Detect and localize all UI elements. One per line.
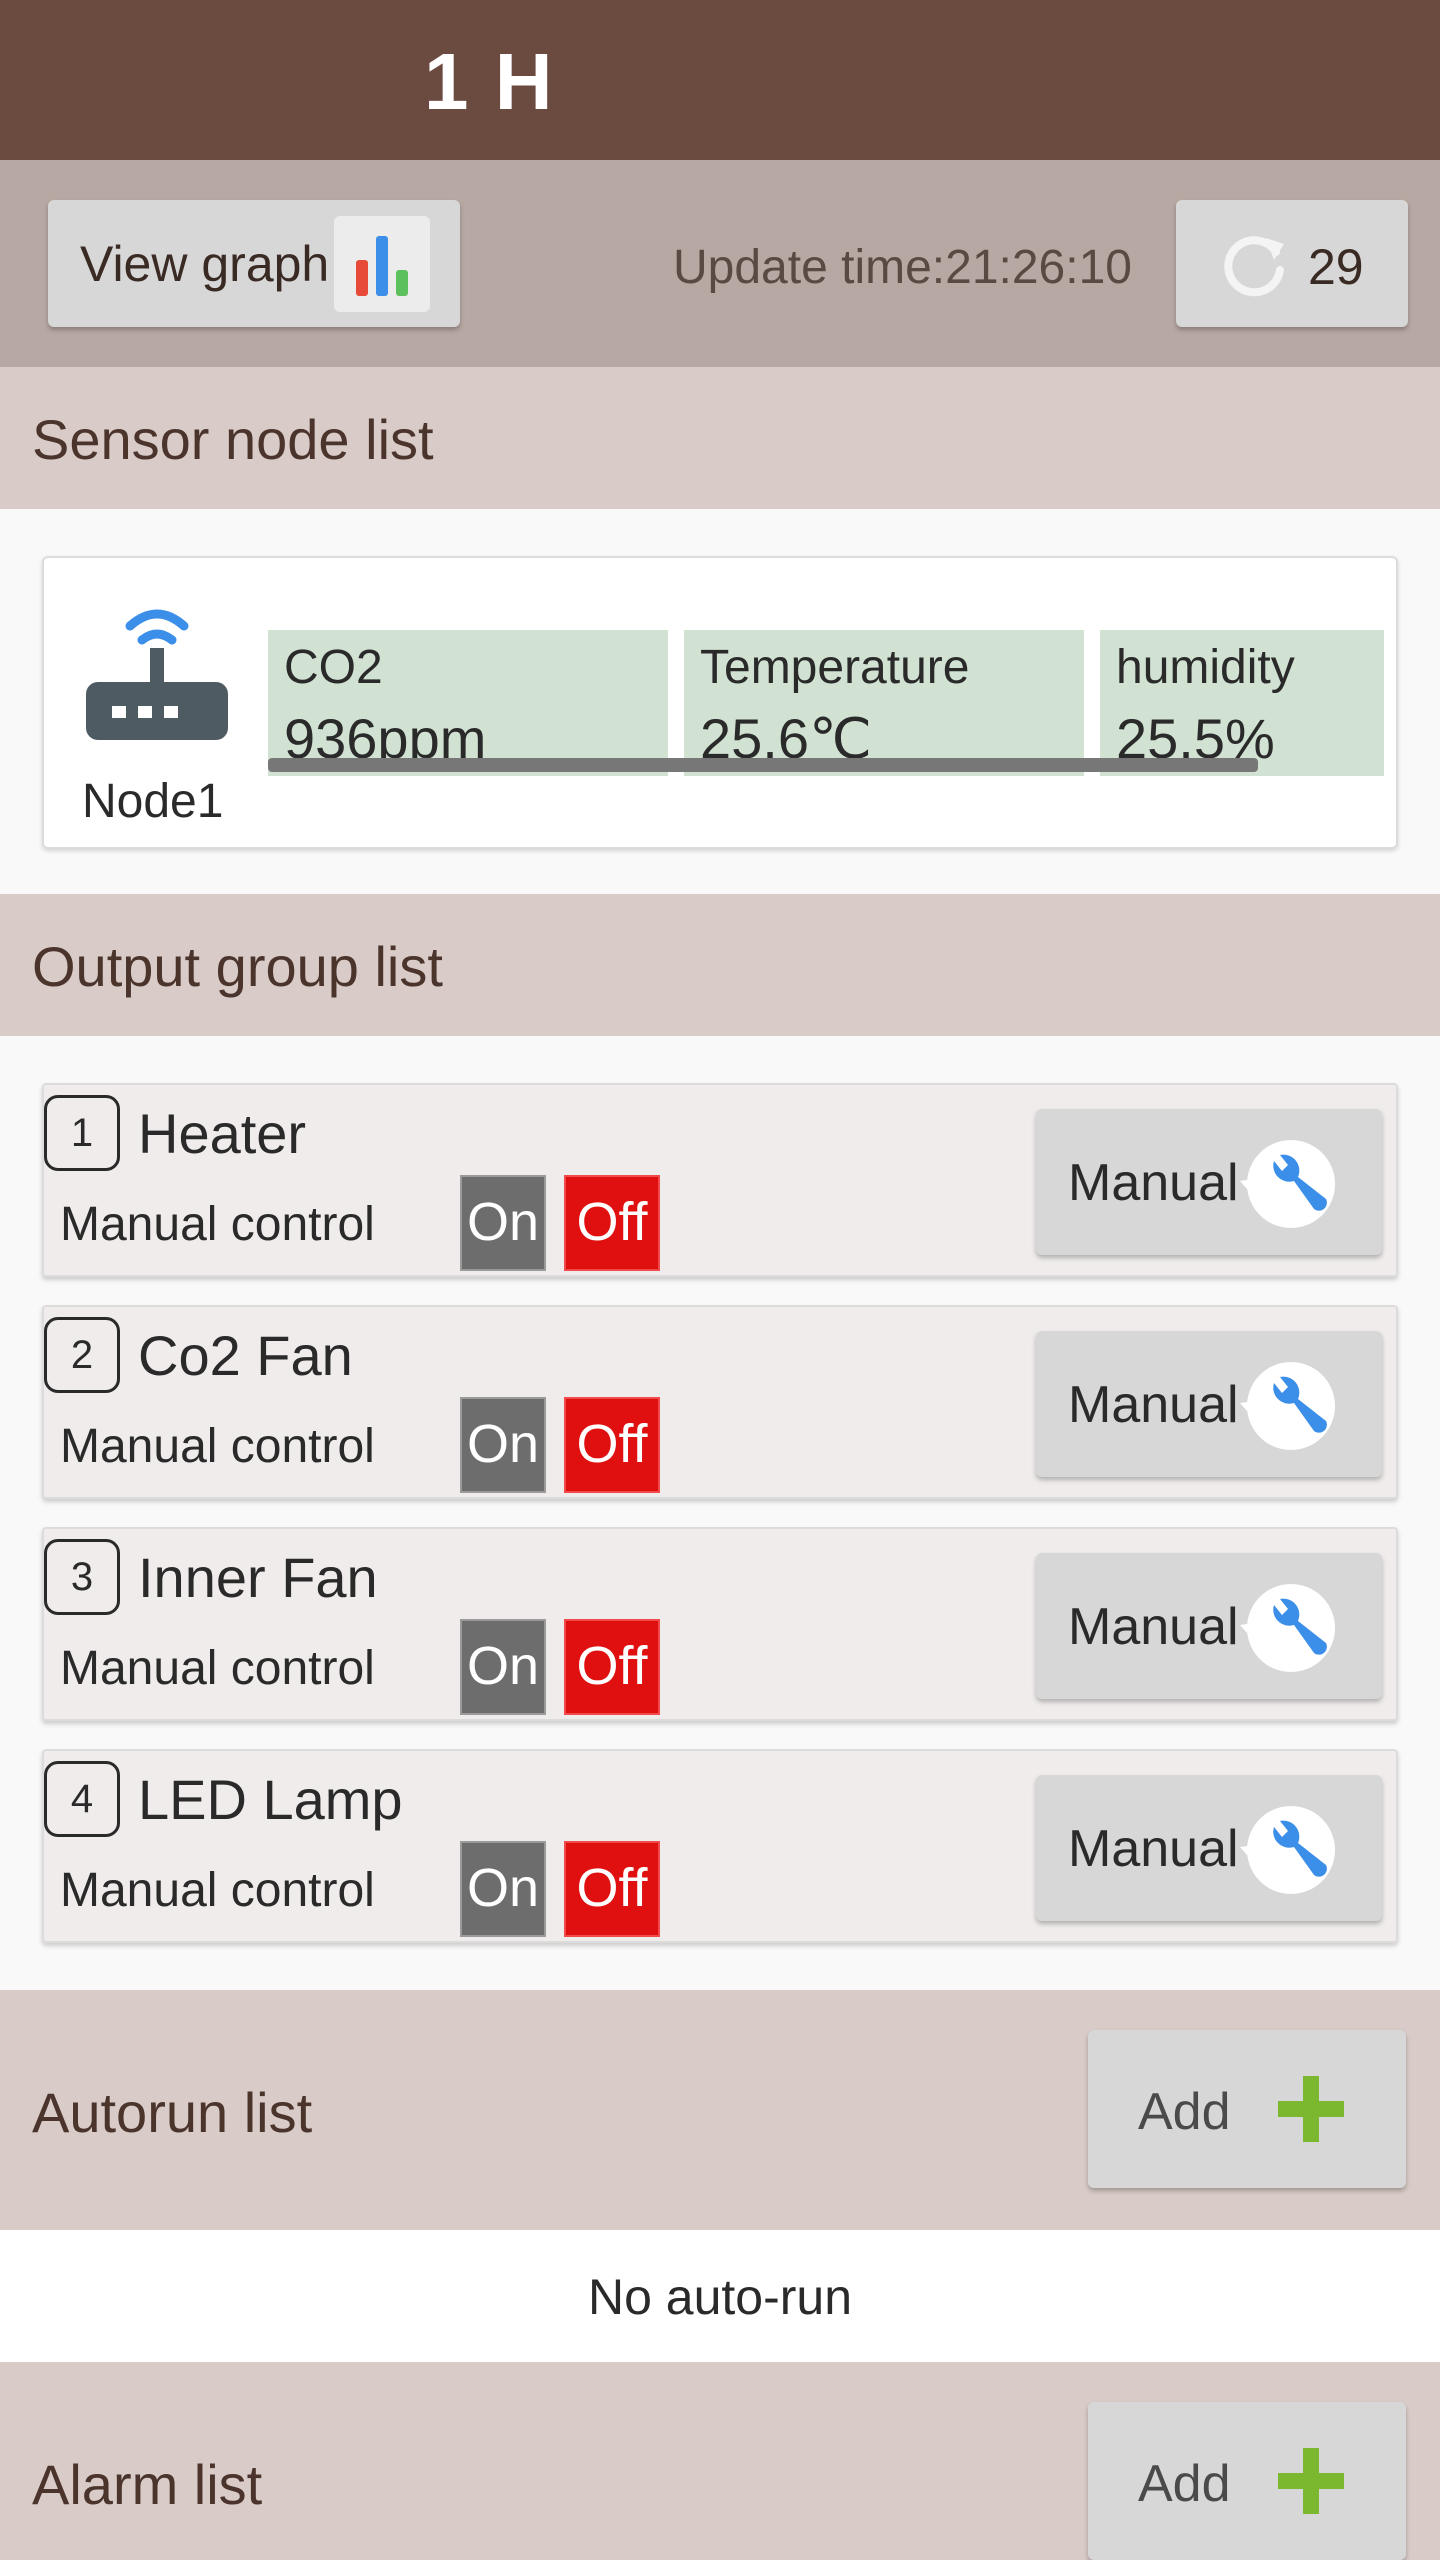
output-item-co2-fan: 2 Co2 Fan Manual control On Off Manual (42, 1305, 1398, 1499)
output-mode-label: Manual control (60, 1642, 375, 1695)
refresh-button[interactable]: 29 (1176, 200, 1408, 327)
wrench-icon (1240, 1584, 1335, 1672)
manual-mode-label: Manual (1068, 1598, 1239, 1656)
add-label: Add (1138, 2455, 1231, 2513)
sensor-co2: CO2 936ppm (268, 630, 668, 776)
app-bar: 1 H (0, 0, 1440, 160)
sensor-section-header: Sensor node list (0, 367, 1440, 509)
sensor-scrollbar[interactable] (268, 758, 1258, 772)
output-mode-label: Manual control (60, 1420, 375, 1473)
on-button[interactable]: On (460, 1397, 546, 1493)
off-button[interactable]: Off (564, 1841, 660, 1937)
wrench-icon (1240, 1140, 1335, 1228)
wrench-icon (1240, 1806, 1335, 1894)
on-button[interactable]: On (460, 1841, 546, 1937)
output-number-badge: 1 (44, 1095, 120, 1171)
toolbar: View graph Update time:21:26:10 29 (0, 160, 1440, 367)
sensor-name: Temperature (700, 641, 970, 694)
manual-mode-label: Manual (1068, 1154, 1239, 1212)
output-item-heater: 1 Heater Manual control On Off Manual (42, 1083, 1398, 1277)
off-button[interactable]: Off (564, 1175, 660, 1271)
manual-mode-label: Manual (1068, 1376, 1239, 1434)
sensor-temperature: Temperature 25.6℃ (684, 630, 1084, 776)
autorun-section-title: Autorun list (32, 2081, 313, 2144)
sensor-name: CO2 (284, 641, 383, 694)
alarm-section-title: Alarm list (32, 2453, 263, 2516)
off-button[interactable]: Off (564, 1397, 660, 1493)
manual-mode-label: Manual (1068, 1820, 1239, 1878)
output-number-badge: 4 (44, 1761, 120, 1837)
refresh-icon (1224, 236, 1284, 297)
output-item-led-lamp: 4 LED Lamp Manual control On Off Manual (42, 1749, 1398, 1943)
autorun-empty-text: No auto-run (587, 2269, 853, 2325)
view-graph-button[interactable]: View graph (48, 200, 460, 327)
on-button[interactable]: On (460, 1619, 546, 1715)
off-button[interactable]: Off (564, 1619, 660, 1715)
autorun-add-button[interactable]: Add (1088, 2030, 1406, 2188)
output-name: Co2 Fan (138, 1324, 353, 1387)
update-time: Update time:21:26:10 (673, 241, 1132, 294)
output-item-inner-fan: 3 Inner Fan Manual control On Off Manual (42, 1527, 1398, 1721)
manual-mode-button[interactable]: Manual (1036, 1553, 1382, 1699)
sensor-node-card[interactable]: Node1 CO2 936ppm Temperature 25.6℃ humid… (42, 556, 1398, 849)
output-number-badge: 3 (44, 1539, 120, 1615)
manual-mode-button[interactable]: Manual (1036, 1331, 1382, 1477)
on-button[interactable]: On (460, 1175, 546, 1271)
output-name: Heater (138, 1102, 307, 1165)
autorun-section-header: Autorun list Add (0, 1990, 1440, 2230)
alarm-section-header: Alarm list Add (0, 2362, 1440, 2560)
plus-icon (1278, 2448, 1344, 2514)
output-name: LED Lamp (138, 1768, 403, 1831)
sensor-humidity: humidity 25.5% (1100, 630, 1384, 776)
manual-mode-button[interactable]: Manual (1036, 1109, 1382, 1255)
node-label: Node1 (82, 775, 224, 828)
sensor-section-title: Sensor node list (32, 408, 434, 471)
output-mode-label: Manual control (60, 1198, 375, 1251)
page-title: 1 H (424, 37, 555, 126)
add-label: Add (1138, 2083, 1231, 2141)
plus-icon (1278, 2076, 1344, 2142)
bar-chart-icon (334, 216, 430, 312)
output-section-header: Output group list (0, 894, 1440, 1036)
alarm-add-button[interactable]: Add (1088, 2402, 1406, 2560)
refresh-count: 29 (1308, 239, 1364, 295)
view-graph-label: View graph (80, 235, 330, 292)
output-section-title: Output group list (32, 935, 443, 998)
sensor-name: humidity (1116, 641, 1295, 694)
manual-mode-button[interactable]: Manual (1036, 1775, 1382, 1921)
output-number-badge: 2 (44, 1317, 120, 1393)
output-mode-label: Manual control (60, 1864, 375, 1917)
output-name: Inner Fan (138, 1546, 378, 1609)
wrench-icon (1240, 1362, 1335, 1450)
autorun-list: No auto-run (0, 2230, 1440, 2362)
router-icon (86, 609, 228, 740)
